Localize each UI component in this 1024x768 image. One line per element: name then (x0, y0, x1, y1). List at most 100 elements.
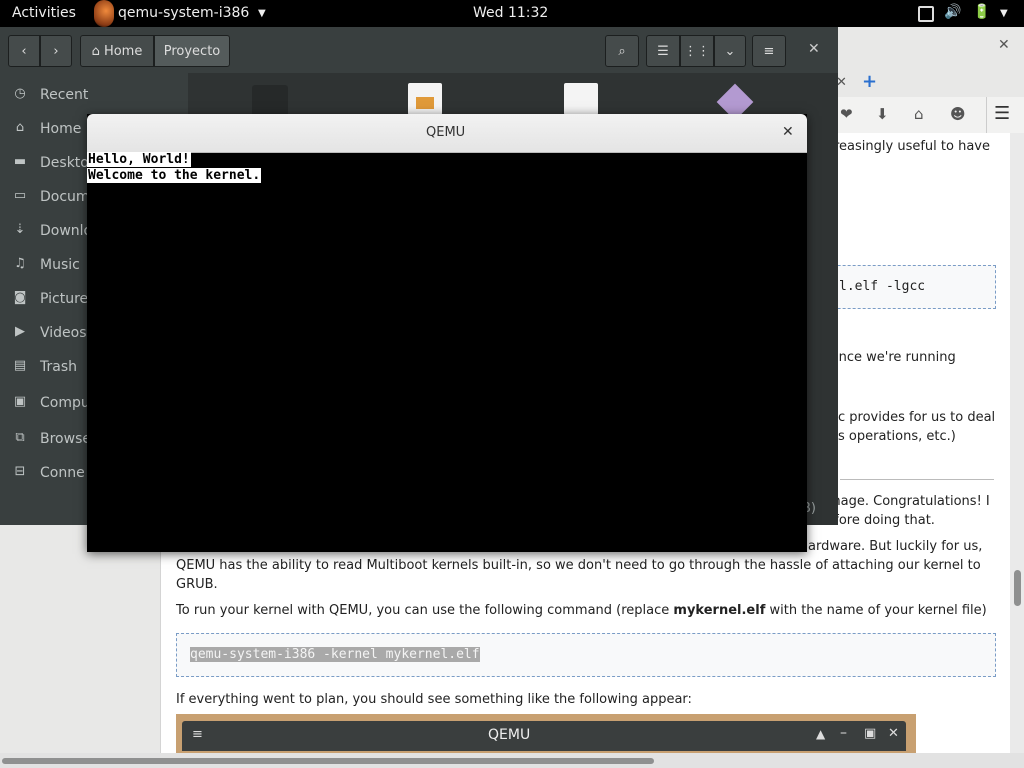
embedded-title: QEMU (488, 727, 531, 743)
top-bar: Activities qemu-system-i386 ▼ Wed 11:32 … (0, 0, 1024, 27)
paragraph-line: GRUB. (176, 577, 218, 592)
menu-icon: ≡ (192, 727, 203, 742)
terminal-line: Welcome to the kernel. (87, 168, 262, 183)
path-label: Proyecto (163, 43, 221, 59)
close-icon[interactable]: ✕ (998, 37, 1010, 53)
sidebar-item-label: Home (40, 121, 82, 137)
window-switch-icon[interactable] (918, 6, 934, 22)
browser-tabbar: ✕ ✕ + (836, 27, 1024, 97)
text-fragment: c provides for us to deal (838, 410, 996, 425)
battery-icon[interactable]: 🔋 (973, 4, 990, 20)
scrollbar-thumb[interactable] (1014, 570, 1021, 606)
sidebar-item-label: Downlo (40, 223, 93, 239)
sidebar-item-label: Videos (40, 325, 87, 341)
download-icon[interactable]: ⬇ (876, 105, 889, 123)
sidebar-item-label: Docum (40, 189, 90, 205)
path-current-button[interactable]: Proyecto (154, 35, 230, 67)
path-label: Home (103, 43, 143, 59)
paragraph-line: QEMU has the ability to read Multiboot k… (176, 558, 981, 573)
text-fragment: mage. Congratulations! I (828, 494, 990, 509)
activities-button[interactable]: Activities (12, 5, 76, 21)
connect-icon: ⊟ (14, 464, 26, 479)
clock[interactable]: Wed 11:32 (473, 5, 548, 21)
code-block: qemu-system-i386 -kernel mykernel.elf (176, 633, 996, 677)
bold-filename: mykernel.elf (673, 603, 766, 618)
grid-view-button[interactable]: ⋮⋮ (680, 35, 714, 67)
chevron-down-icon[interactable]: ▼ (258, 8, 266, 19)
app-menu[interactable]: qemu-system-i386 (118, 5, 249, 21)
hamburger-menu-icon[interactable]: ☰ (994, 103, 1010, 124)
embedded-qemu-titlebar: ≡ QEMU ▲ – ▣ ✕ (182, 721, 906, 751)
image-file-icon[interactable] (408, 83, 442, 115)
chevron-left-icon: ‹ (21, 43, 27, 59)
browser-toolbar: ❤ ⬇ ⌂ ☻ ☰ (836, 97, 1024, 134)
chevron-down-icon: ⌄ (724, 43, 736, 59)
text-fragment: s operations, etc.) (838, 429, 956, 444)
qemu-titlebar[interactable]: QEMU ✕ (87, 114, 807, 153)
sidebar-item-label: Recent (40, 87, 89, 103)
close-icon[interactable]: ✕ (808, 41, 820, 57)
chevron-right-icon: › (53, 43, 59, 59)
system-menu-chevron-icon[interactable]: ▼ (1000, 8, 1008, 19)
video-icon: ▶ (15, 324, 25, 339)
code-text: l.elf -lgcc (839, 279, 926, 294)
vertical-scrollbar[interactable] (1010, 133, 1024, 753)
pocket-icon[interactable]: ❤ (840, 105, 853, 123)
file-icon[interactable] (252, 85, 288, 115)
text-file-icon[interactable] (564, 83, 598, 115)
list-view-icon: ☰ (657, 43, 669, 59)
caret-up-icon: ▲ (816, 727, 826, 741)
paragraph-run-command: To run your kernel with QEMU, you can us… (176, 601, 987, 620)
close-icon[interactable]: ✕ (782, 124, 794, 140)
trash-icon: ▤ (13, 358, 27, 373)
paragraph-line: If everything went to plan, you should s… (176, 692, 692, 707)
sidebar-item-label: Compu (40, 395, 90, 411)
volume-icon[interactable]: 🔊 (944, 4, 961, 20)
forward-button[interactable]: › (40, 35, 72, 67)
scrollbar-thumb[interactable] (2, 758, 654, 764)
menu-button[interactable]: ≡ (752, 35, 786, 67)
music-icon: ♫ (14, 256, 26, 271)
image-thumbnail (416, 97, 434, 109)
computer-icon: ▣ (13, 394, 27, 409)
home-icon: ⌂ (15, 120, 25, 135)
sidebar-item-label: Conne (40, 465, 85, 481)
download-icon: ⇣ (14, 222, 26, 237)
section-divider (840, 479, 994, 480)
terminal-line: Hello, World! (87, 152, 191, 167)
path-home-button[interactable]: ⌂ Home (80, 35, 154, 67)
view-options-button[interactable]: ⌄ (714, 35, 746, 67)
grid-view-icon: ⋮⋮ (684, 43, 710, 59)
sidebar-item-label: Music (40, 257, 80, 273)
paragraph-text: with the name of your kernel file) (765, 603, 987, 618)
folder-icon: ▬ (13, 154, 27, 169)
text-fragment: , since we're running (820, 350, 956, 365)
back-button[interactable]: ‹ (8, 35, 40, 67)
text-fragment: reasingly useful to have (834, 139, 990, 154)
camera-icon: ◙ (13, 290, 27, 305)
toolbar-divider (986, 97, 987, 133)
files-headerbar: ‹ › ⌂ Home Proyecto ⌕ ☰ ⋮⋮ ⌄ ≡ ✕ (0, 27, 838, 73)
search-button[interactable]: ⌕ (605, 35, 639, 67)
new-tab-icon[interactable]: + (862, 71, 882, 92)
home-icon[interactable]: ⌂ (914, 105, 924, 123)
close-icon: ✕ (888, 726, 899, 741)
network-icon: ⧉ (15, 430, 25, 445)
minimize-icon: – (840, 725, 847, 741)
sidebar-item-recent[interactable]: ◷ Recent (0, 80, 188, 110)
home-icon: ⌂ (91, 43, 100, 59)
maximize-icon: ▣ (864, 726, 877, 741)
text-fragment: ardware. But luckily for us, (808, 539, 983, 554)
window-title: QEMU (426, 125, 466, 140)
qemu-app-icon (94, 0, 114, 27)
sidebar-item-label: Deskto (40, 155, 89, 171)
search-icon: ⌕ (618, 43, 626, 59)
selected-code-text[interactable]: qemu-system-i386 -kernel mykernel.elf (190, 647, 480, 662)
sidebar-item-label: Browse (40, 431, 91, 447)
sidebar-item-label: Trash (40, 359, 77, 375)
hamburger-menu-icon: ≡ (763, 43, 775, 59)
smiley-icon[interactable]: ☻ (950, 105, 966, 123)
horizontal-scrollbar[interactable] (0, 753, 1024, 768)
clock-icon: ◷ (14, 86, 26, 101)
list-view-button[interactable]: ☰ (646, 35, 680, 67)
